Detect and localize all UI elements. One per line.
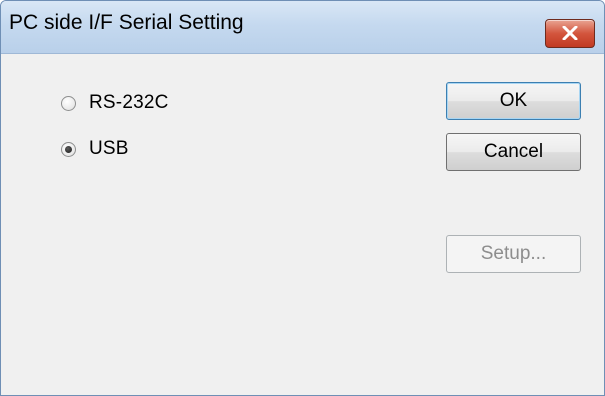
close-button[interactable] xyxy=(545,19,595,48)
window-title: PC side I/F Serial Setting xyxy=(9,11,244,34)
dialog-content: RS-232C USB OK Cancel Setup... xyxy=(11,54,596,395)
serial-setting-dialog: PC side I/F Serial Setting RS-232C USB O… xyxy=(0,0,605,396)
title-bar[interactable]: PC side I/F Serial Setting xyxy=(1,1,604,54)
ok-button[interactable]: OK xyxy=(446,82,581,120)
close-icon xyxy=(562,26,578,40)
cancel-button[interactable]: Cancel xyxy=(446,133,581,171)
radio-usb[interactable]: USB xyxy=(61,137,129,161)
radio-usb-circle[interactable] xyxy=(61,141,76,157)
radio-rs232c[interactable]: RS-232C xyxy=(61,91,169,115)
setup-button[interactable]: Setup... xyxy=(446,235,581,273)
radio-rs232c-label: RS-232C xyxy=(89,92,169,113)
radio-rs232c-circle[interactable] xyxy=(61,95,76,111)
radio-usb-label: USB xyxy=(89,138,129,159)
